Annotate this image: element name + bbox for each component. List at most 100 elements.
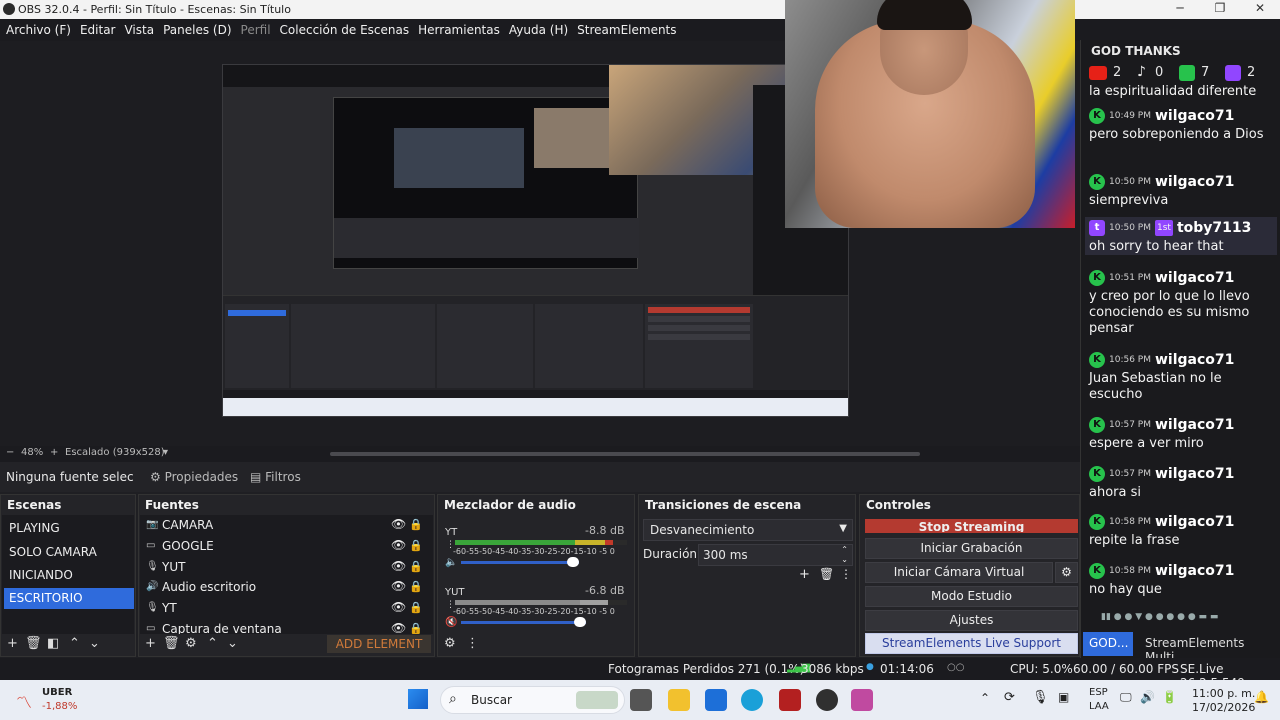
source-item[interactable]: 🎙 YT 👁 🔒 (144, 599, 424, 619)
scene-item[interactable]: PLAYING (4, 518, 134, 539)
source-item[interactable]: 📷 CAMARA 👁 🔒 (144, 516, 424, 536)
duration-input[interactable]: 300 ms ⌃ ⌄ (698, 544, 853, 566)
minimize-button[interactable]: ─ (1160, 1, 1200, 18)
source-item[interactable]: ▭ Captura de ventana 👁 🔒 (144, 620, 424, 634)
move-up-icon[interactable]: ⌃ (69, 636, 80, 651)
menu-herramientas[interactable]: Herramientas (418, 23, 500, 37)
tray-app-icon[interactable]: ▣ (1058, 690, 1069, 704)
remove-transition-icon[interactable]: 🗑 (819, 567, 834, 581)
studio-mode-button[interactable]: Modo Estudio (865, 586, 1078, 607)
properties-button[interactable]: ⚙ Propiedades (150, 470, 238, 484)
source-item[interactable]: 🎙 YUT 👁 🔒 (144, 558, 424, 578)
transition-select[interactable]: Desvanecimiento ▼ (643, 519, 853, 541)
eye-icon[interactable]: 👁 (391, 538, 406, 552)
virtual-camera-settings-icon[interactable]: ⚙ (1055, 562, 1078, 583)
move-down-icon[interactable]: ⌄ (89, 636, 100, 651)
edge-icon[interactable] (741, 689, 763, 711)
eye-icon[interactable]: 👁 (391, 559, 406, 573)
scene-item[interactable]: SOLO CAMARA (4, 542, 134, 563)
menu-ayuda[interactable]: Ayuda (H) (509, 23, 568, 37)
eye-icon[interactable]: 👁 (391, 621, 406, 634)
lock-icon[interactable]: 🔒 (409, 601, 423, 614)
scale-dropdown-icon[interactable]: ▾ (163, 447, 168, 458)
obs-icon[interactable] (816, 689, 838, 711)
menu-archivo[interactable]: Archivo (F) (6, 23, 71, 37)
lock-icon[interactable]: 🔒 (409, 518, 423, 531)
add-scene-icon[interactable]: + (7, 636, 18, 651)
filters-button[interactable]: ▤ Filtros (250, 470, 301, 484)
menu-streamelements[interactable]: StreamElements (577, 23, 676, 37)
source-item[interactable]: ▭ GOOGLE 👁 🔒 (144, 537, 424, 557)
mixer-settings-icon[interactable]: ⚙ (444, 636, 456, 651)
windows-start-icon[interactable] (408, 689, 428, 709)
lock-icon[interactable]: 🔒 (409, 622, 423, 634)
message-user[interactable]: wilgaco71 (1155, 563, 1234, 579)
message-user[interactable]: wilgaco71 (1155, 108, 1234, 124)
eye-icon[interactable]: 👁 (391, 517, 406, 531)
menu-vista[interactable]: Vista (124, 23, 154, 37)
source-settings-icon[interactable]: ⚙ (185, 636, 197, 651)
menu-perfil[interactable]: Perfil (241, 23, 271, 37)
speaker-icon[interactable]: 🔈 (445, 557, 457, 568)
zoom-in-button[interactable]: + (50, 447, 58, 458)
message-user[interactable]: wilgaco71 (1155, 270, 1234, 286)
mixer-menu-icon[interactable]: ⋮ (466, 636, 479, 651)
volume-icon[interactable]: 🔊 (1140, 690, 1155, 704)
streamelements-support-button[interactable]: StreamElements Live Support (865, 633, 1078, 654)
volume-slider[interactable] (461, 561, 579, 564)
lock-icon[interactable]: 🔒 (409, 580, 423, 593)
channel-menu-icon[interactable]: ⋮ (446, 600, 455, 610)
channel-menu-icon[interactable]: ⋮ (446, 540, 455, 550)
menu-coleccion[interactable]: Colección de Escenas (280, 23, 410, 37)
move-down-icon[interactable]: ⌄ (227, 636, 238, 651)
store-icon[interactable] (705, 689, 727, 711)
settings-button[interactable]: Ajustes (865, 610, 1078, 631)
volume-slider-handle[interactable] (567, 557, 579, 567)
start-recording-button[interactable]: Iniciar Grabación (865, 538, 1078, 559)
app-icon[interactable] (779, 689, 801, 711)
volume-slider[interactable] (461, 621, 586, 624)
clock-time[interactable]: 11:00 p. m. (1192, 687, 1255, 700)
muted-speaker-icon[interactable]: 🔇 (445, 617, 457, 628)
task-view-icon[interactable] (630, 689, 652, 711)
scene-item-selected[interactable]: ESCRITORIO (4, 588, 134, 609)
emote-bar[interactable]: ▮▮ ● ● ▼ ● ● ● ● ● ▬ ▬ (1101, 612, 1261, 624)
file-explorer-icon[interactable] (668, 689, 690, 711)
volume-slider-handle[interactable] (574, 617, 586, 627)
monitor-icon[interactable]: 🖵 (1120, 690, 1132, 705)
maximize-button[interactable]: ❐ (1200, 1, 1240, 18)
menu-editar[interactable]: Editar (80, 23, 116, 37)
remove-source-icon[interactable]: 🗑 (163, 636, 180, 651)
eye-icon[interactable]: 👁 (391, 579, 406, 593)
mic-tray-icon[interactable]: 🎙 (1032, 690, 1049, 705)
message-user[interactable]: toby7113 (1177, 220, 1251, 236)
language[interactable]: ESP (1089, 687, 1108, 698)
transition-menu-icon[interactable]: ⋮ (840, 567, 852, 581)
preview-scrollbar[interactable] (330, 452, 920, 456)
stop-streaming-button[interactable]: Stop Streaming (865, 519, 1078, 533)
message-user[interactable]: wilgaco71 (1155, 417, 1234, 433)
taskbar-search[interactable]: ⌕ Buscar (440, 686, 625, 714)
eye-icon[interactable]: 👁 (391, 600, 406, 614)
move-up-icon[interactable]: ⌃ (207, 636, 218, 651)
message-user[interactable]: wilgaco71 (1155, 174, 1234, 190)
lock-icon[interactable]: 🔒 (409, 539, 423, 552)
source-item[interactable]: 🔊 Audio escritorio 👁 🔒 (144, 578, 424, 598)
add-element-button[interactable]: ADD ELEMENT (327, 635, 431, 653)
message-user[interactable]: wilgaco71 (1155, 352, 1234, 368)
streamelements-icon[interactable] (851, 689, 873, 711)
stock-name[interactable]: UBER (42, 687, 72, 698)
battery-icon[interactable]: 🔋 (1162, 690, 1177, 704)
lock-icon[interactable]: 🔒 (409, 560, 423, 573)
scene-item[interactable]: INICIANDO (4, 565, 134, 586)
zoom-out-button[interactable]: − (6, 447, 14, 458)
close-button[interactable]: ✕ (1240, 1, 1280, 18)
notification-icon[interactable]: 🔔 (1254, 690, 1269, 704)
menu-paneles[interactable]: Paneles (D) (163, 23, 231, 37)
message-user[interactable]: wilgaco71 (1155, 466, 1234, 482)
tray-overflow-icon[interactable]: ⌃ (980, 691, 990, 705)
scene-filters-icon[interactable]: ◧ (47, 636, 59, 651)
sync-icon[interactable]: ⟳ (1004, 690, 1015, 705)
add-source-icon[interactable]: + (145, 636, 156, 651)
add-transition-icon[interactable]: + (799, 567, 810, 582)
